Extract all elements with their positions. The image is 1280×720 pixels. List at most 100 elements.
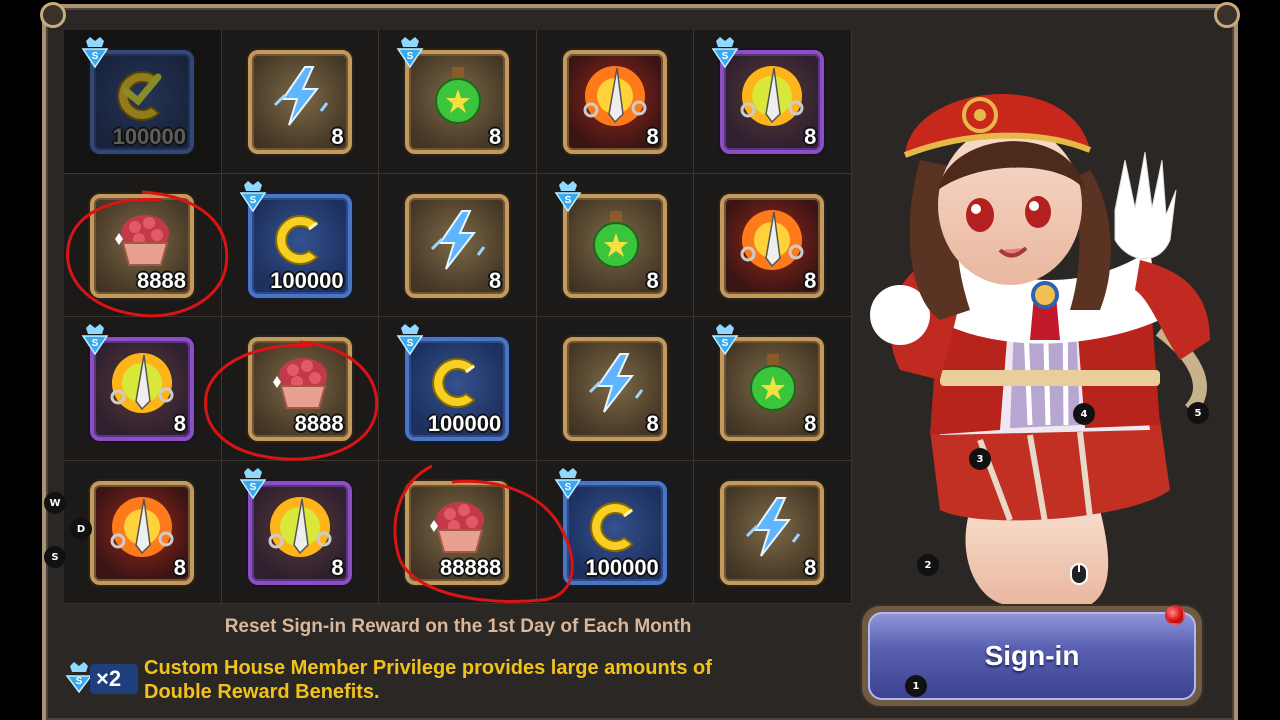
- super-diamond-icon: S: [553, 180, 583, 212]
- svg-text:S: S: [564, 195, 571, 206]
- reward-slot[interactable]: 8: [536, 30, 695, 174]
- reward-grid: 100000 S 8 8 S 8 8 S 8888 100000 S 8 8 S 8 8 S 8888 100000…: [64, 30, 852, 604]
- hint-badge-w: W: [44, 492, 66, 514]
- reward-slot[interactable]: 8: [379, 173, 537, 317]
- reward-frame: 8: [720, 480, 825, 585]
- fire-crystal-icon: [734, 202, 810, 282]
- svg-text:S: S: [249, 195, 256, 206]
- reward-quantity: 8: [331, 554, 344, 580]
- reward-quantity: 88888: [440, 554, 502, 580]
- hint-badge-d: D: [70, 518, 92, 540]
- reward-slot[interactable]: 8S: [379, 30, 537, 174]
- super-diamond-icon: S: [80, 324, 110, 356]
- reset-notice-text: Reset Sign-in Reward on the 1st Day of E…: [224, 616, 692, 637]
- reward-slot[interactable]: 8S: [64, 317, 222, 461]
- svg-text:S: S: [407, 51, 414, 62]
- svg-text:S: S: [722, 51, 729, 62]
- lightning-crystal-icon: [422, 205, 492, 279]
- privilege-line-2: Double Reward Benefits.: [144, 681, 380, 703]
- reward-slot[interactable]: 8: [221, 30, 380, 174]
- reward-quantity: 8: [173, 411, 186, 436]
- character-illustration: [870, 94, 1210, 605]
- reward-slot[interactable]: 8: [694, 460, 852, 604]
- reward-quantity: 8: [804, 411, 817, 436]
- super-diamond-icon: S: [710, 324, 740, 356]
- reward-quantity: 8888: [294, 411, 344, 436]
- fire-crystal-icon: [104, 489, 180, 569]
- reward-frame: 88888: [405, 480, 510, 585]
- super-diamond-icon: S: [710, 37, 740, 69]
- svg-text:S: S: [564, 482, 571, 493]
- reward-slot[interactable]: 100000 S: [379, 317, 537, 461]
- double-reward-badge: S ×2: [64, 660, 138, 696]
- golden-crystal-icon: [104, 345, 180, 425]
- lightning-crystal-icon: [580, 348, 650, 422]
- fire-crystal-icon: [577, 58, 653, 138]
- reward-slot[interactable]: 100000 S: [536, 460, 695, 604]
- reward-frame: 8888: [247, 337, 352, 441]
- reward-quantity: 8: [804, 124, 817, 149]
- mouse-icon: [1070, 563, 1088, 585]
- reward-slot[interactable]: 8: [536, 317, 695, 461]
- hint-badge-s: S: [44, 546, 66, 568]
- reward-quantity: 8: [646, 267, 659, 293]
- reward-quantity: 100000: [112, 124, 186, 149]
- reward-slot[interactable]: 88888: [379, 460, 537, 604]
- reward-quantity: 100000: [270, 267, 344, 293]
- super-diamond-icon: S: [80, 37, 110, 69]
- super-diamond-icon: S: [395, 324, 425, 356]
- golden-crystal-icon: [734, 58, 810, 138]
- svg-text:S: S: [249, 482, 256, 493]
- reward-frame: 8: [562, 337, 667, 441]
- hint-badge-5: 5: [1187, 402, 1209, 424]
- svg-text:S: S: [92, 338, 99, 349]
- reward-slot[interactable]: 8S: [694, 317, 852, 461]
- super-diamond-icon: S: [238, 180, 268, 212]
- reward-slot[interactable]: 8S: [221, 460, 380, 604]
- reward-quantity: 8: [488, 124, 502, 149]
- hint-badge-3: 3: [969, 448, 991, 470]
- claimed-check-icon: [122, 73, 162, 111]
- reward-quantity: 8: [331, 124, 344, 149]
- lightning-crystal-icon: [737, 492, 807, 566]
- reward-frame: 8888: [90, 193, 194, 298]
- reward-frame: 8: [90, 480, 194, 585]
- lightning-crystal-icon: [265, 61, 335, 135]
- reward-quantity: 100000: [585, 554, 659, 580]
- svg-text:S: S: [92, 51, 99, 62]
- reward-slot[interactable]: 8888: [221, 317, 380, 461]
- reward-quantity: 8: [804, 267, 817, 293]
- corner-ornament: [40, 2, 66, 28]
- hint-badge-2: 2: [917, 554, 939, 576]
- reward-quantity: 8: [173, 554, 186, 580]
- super-diamond-icon: S: [238, 467, 268, 499]
- reward-quantity: 8: [646, 411, 659, 436]
- reward-slot[interactable]: 8888: [64, 173, 222, 317]
- hint-badge-1: 1: [905, 675, 927, 697]
- reward-quantity: 8: [488, 267, 502, 293]
- privilege-line-1: Custom House Member Privilege provides l…: [144, 657, 712, 679]
- reward-quantity: 100000: [427, 411, 502, 436]
- reward-frame: 8: [405, 193, 510, 298]
- multiplier-label: ×2: [96, 666, 122, 691]
- reward-frame: 8: [562, 50, 667, 154]
- reward-quantity: 8888: [137, 267, 186, 293]
- hint-badge-4: 4: [1073, 403, 1095, 425]
- svg-text:S: S: [407, 338, 414, 349]
- reward-quantity: 8: [804, 554, 817, 580]
- privilege-text: Custom House Member Privilege provides l…: [144, 656, 844, 704]
- reward-slot[interactable]: 8S: [694, 30, 852, 174]
- notification-dot: [1165, 605, 1185, 625]
- super-diamond-icon: S: [553, 467, 583, 499]
- corner-ornament: [1214, 2, 1240, 28]
- golden-crystal-icon: [262, 489, 338, 569]
- reward-frame: 8: [247, 50, 352, 154]
- reward-quantity: 8: [646, 124, 659, 149]
- reward-frame: 8: [720, 193, 825, 298]
- reward-slot[interactable]: 100000 S: [221, 173, 380, 317]
- reward-slot[interactable]: 8S: [536, 173, 695, 317]
- reward-slot[interactable]: 100000 S: [64, 30, 222, 174]
- svg-text:S: S: [722, 338, 729, 349]
- reward-slot[interactable]: 8: [694, 173, 852, 317]
- green-potion-icon: [737, 348, 807, 422]
